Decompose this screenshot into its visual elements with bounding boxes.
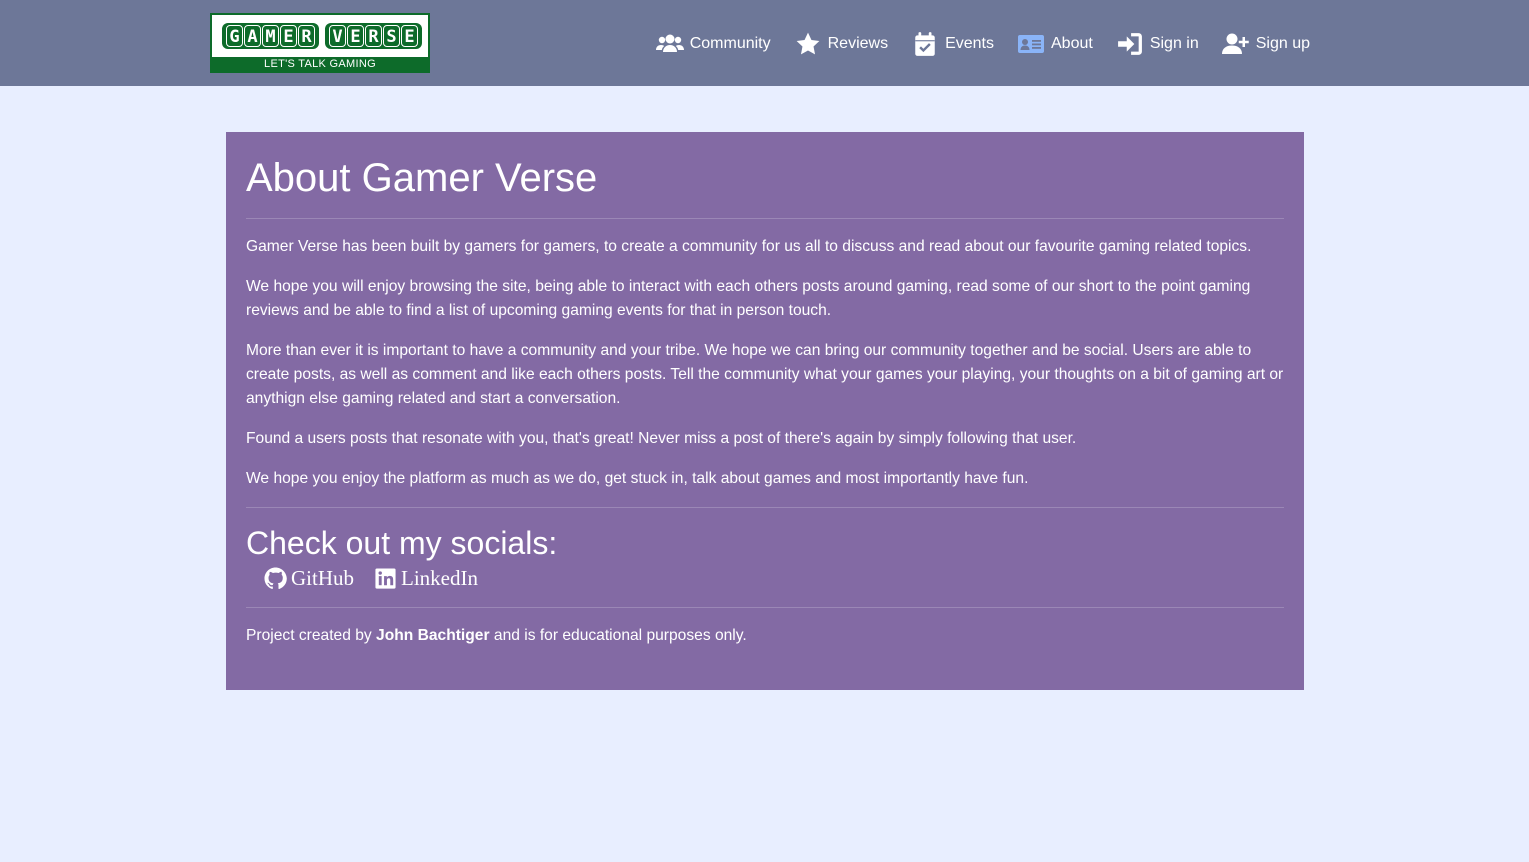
about-card: About Gamer Verse Gamer Verse has been b… bbox=[226, 132, 1304, 690]
footer-suffix: and is for educational purposes only. bbox=[493, 627, 747, 644]
logo-letter: G bbox=[226, 25, 243, 47]
users-icon bbox=[655, 31, 684, 57]
logo-letter: R bbox=[298, 25, 315, 47]
logo-word-gamer: G A M E R bbox=[222, 23, 319, 49]
nav-link-about[interactable]: About bbox=[1017, 30, 1093, 58]
about-paragraph: We hope you enjoy the platform as much a… bbox=[246, 470, 1029, 487]
github-link[interactable]: GitHub bbox=[264, 566, 354, 591]
about-paragraph: Found a users posts that resonate with y… bbox=[246, 430, 1077, 447]
nav-links: Community Reviews Events About Sign in S… bbox=[655, 30, 1310, 58]
footer-author: John Bachtiger bbox=[376, 627, 490, 644]
about-paragraph: More than ever it is important to have a… bbox=[246, 342, 1284, 407]
nav-label: Reviews bbox=[827, 35, 889, 52]
github-icon bbox=[264, 567, 287, 590]
page-title: About Gamer Verse bbox=[246, 156, 598, 200]
nav-label: Events bbox=[945, 35, 994, 52]
star-icon bbox=[794, 31, 822, 57]
site-logo[interactable]: G A M E R V E R S E LET'S TALK GAMING bbox=[210, 13, 430, 73]
sign-in-icon bbox=[1116, 31, 1144, 57]
logo-tagline: LET'S TALK GAMING bbox=[212, 57, 428, 71]
calendar-check-icon bbox=[911, 31, 939, 57]
logo-letter: A bbox=[244, 25, 261, 47]
nav-link-sign-in[interactable]: Sign in bbox=[1116, 30, 1199, 58]
about-paragraph: Gamer Verse has been built by gamers for… bbox=[246, 238, 1252, 255]
logo-letter: R bbox=[365, 25, 382, 47]
linkedin-link[interactable]: LinkedIn bbox=[374, 566, 478, 591]
divider bbox=[246, 507, 1284, 508]
logo-letter: E bbox=[280, 25, 297, 47]
nav-link-reviews[interactable]: Reviews bbox=[794, 30, 888, 58]
nav-label: Sign up bbox=[1255, 35, 1310, 52]
linkedin-icon bbox=[374, 567, 397, 590]
logo-lettering: G A M E R V E R S E bbox=[222, 23, 422, 49]
footer-note: Project created by John Bachtiger and is… bbox=[246, 624, 1284, 648]
logo-word-verse: V E R S E bbox=[325, 23, 422, 49]
divider bbox=[246, 607, 1284, 608]
logo-letter: V bbox=[329, 25, 346, 47]
id-card-icon bbox=[1017, 31, 1045, 57]
logo-letter: E bbox=[401, 25, 418, 47]
socials-list: GitHub LinkedIn bbox=[264, 566, 1284, 591]
social-label: LinkedIn bbox=[401, 566, 478, 590]
nav-link-events[interactable]: Events bbox=[911, 30, 994, 58]
nav-link-community[interactable]: Community bbox=[655, 30, 771, 58]
user-plus-icon bbox=[1221, 31, 1250, 57]
nav-link-sign-up[interactable]: Sign up bbox=[1221, 30, 1310, 58]
divider bbox=[246, 218, 1284, 219]
nav-label: About bbox=[1051, 35, 1093, 52]
logo-letter: S bbox=[383, 25, 400, 47]
socials-heading: Check out my socials: bbox=[246, 525, 558, 561]
about-paragraph: We hope you will enjoy browsing the site… bbox=[246, 278, 1251, 319]
footer-prefix: Project created by bbox=[246, 627, 372, 644]
nav-label: Sign in bbox=[1149, 35, 1199, 52]
logo-letter: E bbox=[347, 25, 364, 47]
navbar: G A M E R V E R S E LET'S TALK GAMING Co… bbox=[0, 0, 1529, 86]
logo-letter: M bbox=[262, 25, 279, 47]
social-label: GitHub bbox=[291, 566, 354, 590]
nav-label: Community bbox=[689, 35, 771, 52]
